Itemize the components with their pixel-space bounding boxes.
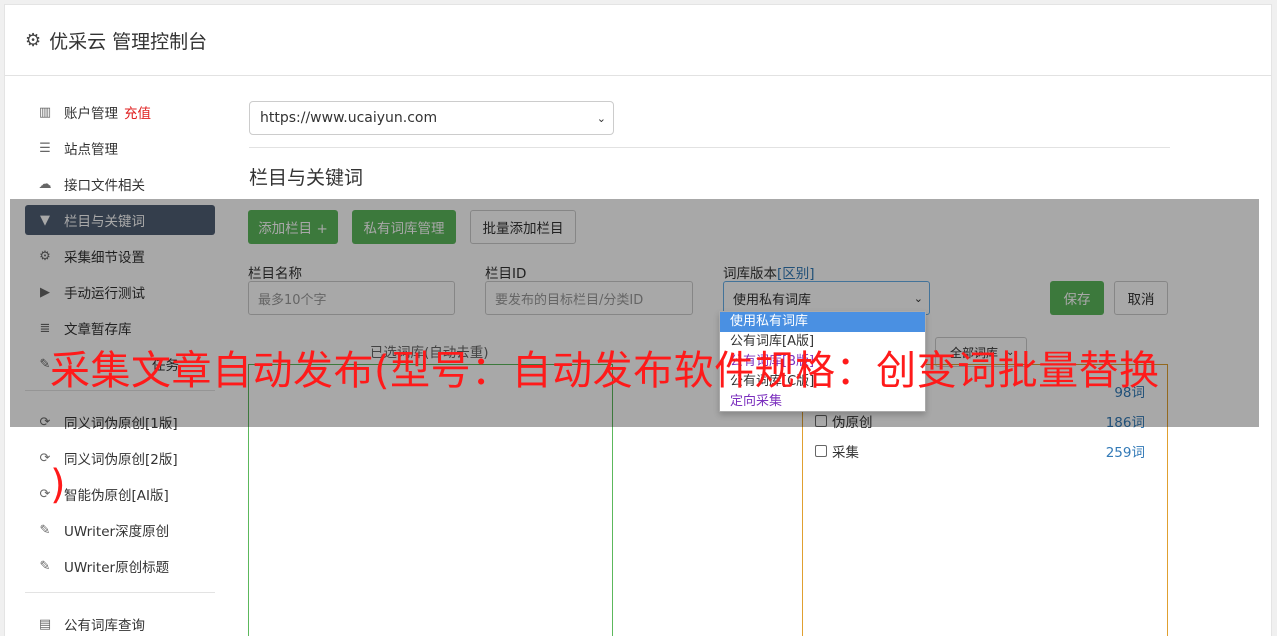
batch-add-button[interactable]: 批量添加栏目 (470, 210, 576, 244)
filter-icon: ▼ (40, 212, 50, 228)
sidebar-item-uwriter-deep[interactable]: ✎ UWriter深度原创 (25, 515, 215, 545)
add-column-button[interactable]: 添加栏目 + (248, 210, 338, 244)
lib-version-select[interactable]: 使用私有词库 ⌄ (723, 281, 930, 315)
section-title: 栏目与关键词 (249, 167, 364, 189)
server-icon: ☰ (39, 140, 51, 156)
main-content: https://www.ucaiyun.com ⌄ 栏目与关键词 (249, 101, 1170, 190)
cogs-icon: ⚙ (39, 248, 51, 264)
refresh-icon: ⟳ (39, 414, 51, 430)
edit-icon: ✎ (39, 558, 51, 574)
sidebar-item-collect-settings[interactable]: ⚙ 采集细节设置 (25, 241, 215, 271)
recharge-link[interactable]: 充值 (124, 102, 151, 122)
lib-version-label: 词库版本[区别] (723, 266, 815, 282)
sidebar-item-uwriter-title[interactable]: ✎ UWriter原创标题 (25, 551, 215, 581)
column-name-label: 栏目名称 (248, 266, 302, 282)
sidebar-divider (25, 592, 215, 593)
play-icon: ▶ (40, 284, 50, 300)
watermark-text: ) (50, 462, 66, 508)
chevron-down-icon: ⌄ (913, 291, 923, 305)
watermark-text: 采集文章自动发布(型号：自动发布软件规格：创变词批量替换 (50, 348, 1160, 394)
checkbox[interactable] (815, 415, 827, 427)
sidebar-item-manual-run[interactable]: ▶ 手动运行测试 (25, 277, 215, 307)
book-icon: ▤ (38, 616, 52, 632)
list-item[interactable]: 伪原创 186词 (815, 411, 1145, 431)
sidebar-item-synonym-v1[interactable]: ⟳ 同义词伪原创[1版] (25, 407, 215, 437)
private-lib-button[interactable]: 私有词库管理 (352, 210, 456, 244)
chevron-down-icon: ⌄ (596, 111, 606, 125)
site-select[interactable]: https://www.ucaiyun.com ⌄ (249, 101, 614, 135)
cancel-button[interactable]: 取消 (1114, 281, 1168, 315)
sidebar-item-public-lib[interactable]: ▤ 公有词库查询 (25, 609, 215, 636)
list-item[interactable]: 采集 259词 (815, 441, 1145, 461)
checkbox[interactable] (815, 445, 827, 457)
gear-icon: ⚙ (25, 29, 42, 51)
cloud-upload-icon: ☁ (38, 176, 52, 192)
sidebar-item-columns[interactable]: ▼ 栏目与关键词 (25, 205, 215, 235)
column-name-input[interactable]: 最多10个字 (248, 281, 455, 315)
sidebar-item-sites[interactable]: ☰ 站点管理 (25, 133, 215, 163)
bar-chart-icon: ▥ (38, 104, 52, 120)
edit-icon: ✎ (39, 522, 51, 538)
dropdown-option[interactable]: 使用私有词库 (720, 312, 925, 332)
header: ⚙ 优采云 管理控制台 (5, 5, 1271, 76)
database-icon: ≣ (39, 320, 51, 336)
column-id-input[interactable]: 要发布的目标栏目/分类ID (485, 281, 693, 315)
sidebar-item-account[interactable]: ▥ 账户管理 充值 (25, 97, 215, 127)
lib-diff-link[interactable]: [区别] (777, 266, 815, 282)
app-title: 优采云 管理控制台 (49, 30, 208, 53)
save-button[interactable]: 保存 (1050, 281, 1104, 315)
column-id-label: 栏目ID (485, 266, 527, 282)
sidebar-item-interface[interactable]: ☁ 接口文件相关 (25, 169, 215, 199)
divider (249, 147, 1170, 148)
selected-lib-panel (248, 364, 613, 636)
